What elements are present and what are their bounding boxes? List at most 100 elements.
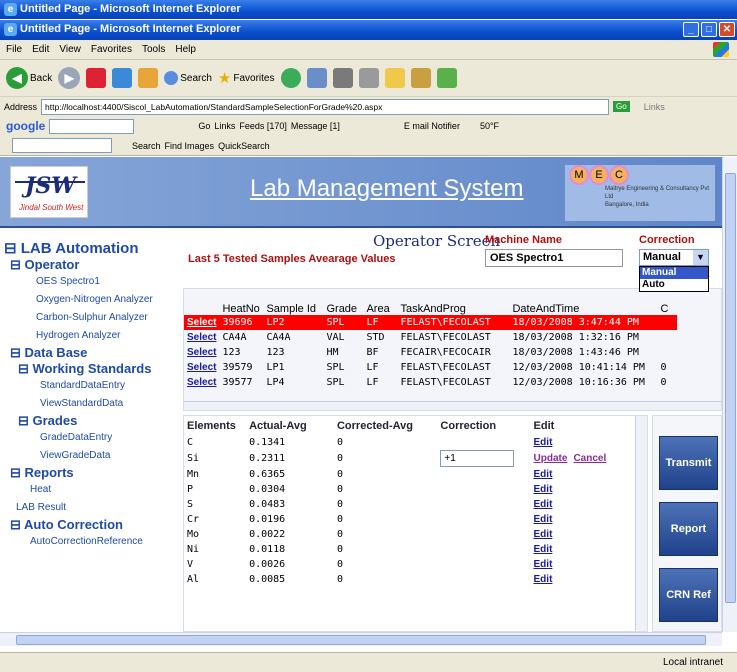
- elements-cell: S: [187, 499, 194, 510]
- folder-icon[interactable]: [384, 68, 405, 88]
- edit-link[interactable]: Edit: [534, 499, 553, 510]
- edit-link[interactable]: Edit: [534, 574, 553, 585]
- transmit-button[interactable]: Transmit: [659, 436, 718, 490]
- nav-oes-spectro1[interactable]: OES Spectro1: [36, 273, 176, 291]
- nav-reports[interactable]: ⊟ Reports: [10, 465, 176, 481]
- page-vscrollbar[interactable]: [722, 157, 737, 632]
- correction-select[interactable]: Manual ▼: [639, 249, 709, 266]
- samples-cell: FECAIR\FECOCAIR: [400, 347, 491, 358]
- cancel-link[interactable]: Cancel: [573, 453, 606, 464]
- search-button[interactable]: Search: [164, 71, 212, 85]
- nav-view-standard-data[interactable]: ViewStandardData: [40, 395, 176, 413]
- nav-auto-correction-reference[interactable]: AutoCorrectionReference: [30, 533, 176, 551]
- samples-hscrollbar[interactable]: [184, 401, 721, 410]
- samples-cell: HM: [326, 347, 339, 358]
- feeds-button[interactable]: Feeds [170]: [239, 121, 287, 131]
- elements-cell: 0: [336, 559, 344, 570]
- crn-ref-button[interactable]: CRN Ref: [659, 568, 718, 622]
- table-row: Select 123 123 HM BF FECAIR\FECOCAIR 18/03/200…: [184, 345, 677, 360]
- google-search-input[interactable]: [49, 118, 135, 134]
- nav-standard-data-entry[interactable]: StandardDataEntry: [40, 377, 176, 395]
- update-link[interactable]: Update: [534, 453, 568, 464]
- elements-cell: [437, 482, 530, 497]
- favorites-button[interactable]: ★ Favorites: [218, 69, 275, 87]
- google-go-button[interactable]: Go: [198, 121, 210, 131]
- edit-link[interactable]: Edit: [534, 469, 553, 480]
- elements-cell: 0: [336, 469, 344, 480]
- home-icon[interactable]: [138, 68, 159, 88]
- menu-help[interactable]: Help: [175, 44, 196, 55]
- find-images-button[interactable]: Find Images: [165, 141, 215, 151]
- go-button[interactable]: Go: [613, 101, 630, 112]
- menu-tools[interactable]: Tools: [142, 44, 165, 55]
- nav-lab-automation[interactable]: ⊟ LAB Automation: [4, 239, 176, 257]
- maximize-button[interactable]: □: [701, 22, 717, 37]
- correction-input[interactable]: [440, 450, 515, 467]
- mail-icon[interactable]: [306, 68, 327, 88]
- select-link[interactable]: Select: [187, 332, 216, 343]
- window-title: Untitled Page - Microsoft Internet Explo…: [20, 3, 241, 15]
- toolbar-search-input[interactable]: [12, 138, 112, 153]
- option-manual[interactable]: Manual: [640, 267, 708, 279]
- minimize-button[interactable]: _: [683, 22, 699, 37]
- nav-heat[interactable]: Heat: [30, 481, 176, 499]
- forward-button[interactable]: ▶: [58, 67, 81, 89]
- nav-view-grade-data[interactable]: ViewGradeData: [40, 447, 176, 465]
- edit-icon[interactable]: [358, 68, 379, 88]
- research-icon[interactable]: [410, 68, 431, 88]
- nav-grades[interactable]: ⊟ Grades: [18, 413, 176, 429]
- samples-cell: [657, 315, 678, 330]
- page-hscrollbar[interactable]: [0, 632, 722, 646]
- nav-auto-correction[interactable]: ⊟ Auto Correction: [10, 517, 176, 533]
- nav-hydrogen[interactable]: Hydrogen Analyzer: [36, 327, 176, 345]
- print-icon[interactable]: [332, 68, 353, 88]
- elements-cell: 0: [336, 574, 344, 585]
- refresh-icon[interactable]: [112, 68, 133, 88]
- menu-view[interactable]: View: [59, 44, 81, 55]
- edit-link[interactable]: Edit: [534, 559, 553, 570]
- quicksearch-button[interactable]: QuickSearch: [218, 141, 270, 151]
- nav-database[interactable]: ⊟ Data Base: [10, 345, 176, 361]
- select-link[interactable]: Select: [187, 317, 216, 328]
- edit-link[interactable]: Edit: [534, 437, 553, 448]
- elements-vscrollbar[interactable]: [635, 416, 647, 631]
- option-auto[interactable]: Auto: [640, 279, 708, 291]
- nav-grade-data-entry[interactable]: GradeDataEntry: [40, 429, 176, 447]
- history-icon[interactable]: [280, 68, 301, 88]
- report-button[interactable]: Report: [659, 502, 718, 556]
- edit-link[interactable]: Edit: [534, 529, 553, 540]
- operator-screen-title: Operator Screen: [373, 232, 501, 250]
- search-button-2[interactable]: Search: [132, 141, 161, 151]
- menu-edit[interactable]: Edit: [32, 44, 49, 55]
- address-input[interactable]: http://localhost:4400/Siscol_LabAutomati…: [41, 98, 610, 115]
- stop-icon[interactable]: [86, 68, 107, 88]
- select-link[interactable]: Select: [187, 377, 216, 388]
- close-button[interactable]: ✕: [719, 22, 735, 37]
- messenger-icon[interactable]: [436, 68, 457, 88]
- edit-link[interactable]: Edit: [534, 514, 553, 525]
- header-banner: JSW Jindal South West Lab Management Sys…: [0, 157, 722, 228]
- nav-working-standards[interactable]: ⊟ Working Standards: [18, 361, 176, 377]
- nav-operator[interactable]: ⊟ Operator: [10, 257, 176, 273]
- google-links[interactable]: Links: [214, 121, 235, 131]
- star-icon: ★: [217, 70, 232, 87]
- search-icon: [164, 71, 179, 85]
- select-link[interactable]: Select: [187, 362, 216, 373]
- select-link[interactable]: Select: [187, 347, 216, 358]
- menu-favorites[interactable]: Favorites: [91, 44, 132, 55]
- machine-name-field: OES Spectro1: [485, 249, 623, 267]
- message-button[interactable]: Message [1]: [291, 121, 340, 131]
- links-label[interactable]: Links: [644, 102, 665, 112]
- nav-lab-result[interactable]: LAB Result: [16, 499, 176, 517]
- edit-link[interactable]: Edit: [534, 544, 553, 555]
- back-button[interactable]: ◀ Back: [6, 67, 52, 89]
- table-row: Mn 0.6365 0 Edit: [184, 467, 634, 482]
- chevron-down-icon: ▼: [693, 250, 708, 265]
- samples-cell: STD: [366, 332, 385, 343]
- nav-carbon-sulphur[interactable]: Carbon-Sulphur Analyzer: [36, 309, 176, 327]
- nav-oxygen-nitrogen[interactable]: Oxygen-Nitrogen Analyzer: [36, 291, 176, 309]
- menu-file[interactable]: File: [6, 44, 22, 55]
- edit-link[interactable]: Edit: [534, 484, 553, 495]
- samples-cell: FELAST\FECOLAST: [400, 362, 491, 373]
- email-notifier[interactable]: E mail Notifier: [404, 121, 460, 131]
